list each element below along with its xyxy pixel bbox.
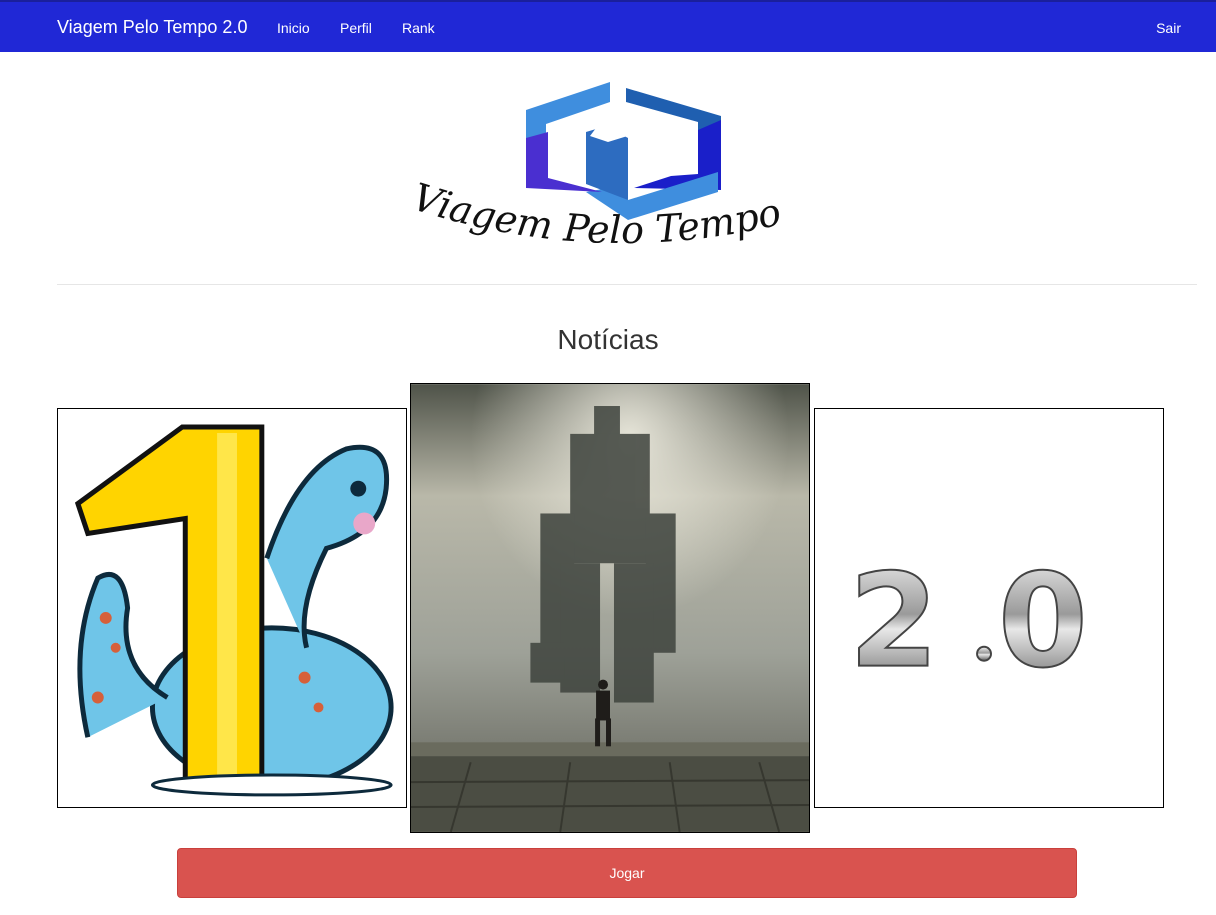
- dinosaur-number-one-image: [58, 409, 406, 807]
- nav-link-rank[interactable]: Rank: [402, 20, 435, 36]
- navbar-brand[interactable]: Viagem Pelo Tempo 2.0: [57, 17, 247, 38]
- logo-emblem: Viagem Pelo Tempo: [407, 82, 785, 252]
- header-divider: [57, 284, 1197, 285]
- nav-link-perfil[interactable]: Perfil: [340, 20, 372, 36]
- news-image-colossus[interactable]: [410, 383, 810, 833]
- news-image-dinosaur[interactable]: [57, 408, 407, 808]
- emblem-number-two: 2: [849, 547, 939, 697]
- giant-colossus-image: [411, 384, 809, 832]
- emblem-number-zero: 0: [998, 547, 1088, 697]
- site-logo: Viagem Pelo Tempo: [396, 80, 860, 270]
- top-navbar: Viagem Pelo Tempo 2.0 Inicio Perfil Rank…: [0, 0, 1216, 52]
- logout-link[interactable]: Sair: [1156, 20, 1181, 36]
- chrome-emblem-image: 2 0: [815, 409, 1163, 807]
- play-button[interactable]: Jogar: [177, 848, 1077, 898]
- news-title: Notícias: [557, 324, 659, 355]
- nav-link-inicio[interactable]: Inicio: [277, 20, 310, 36]
- news-image-emblem[interactable]: 2 0: [814, 408, 1164, 808]
